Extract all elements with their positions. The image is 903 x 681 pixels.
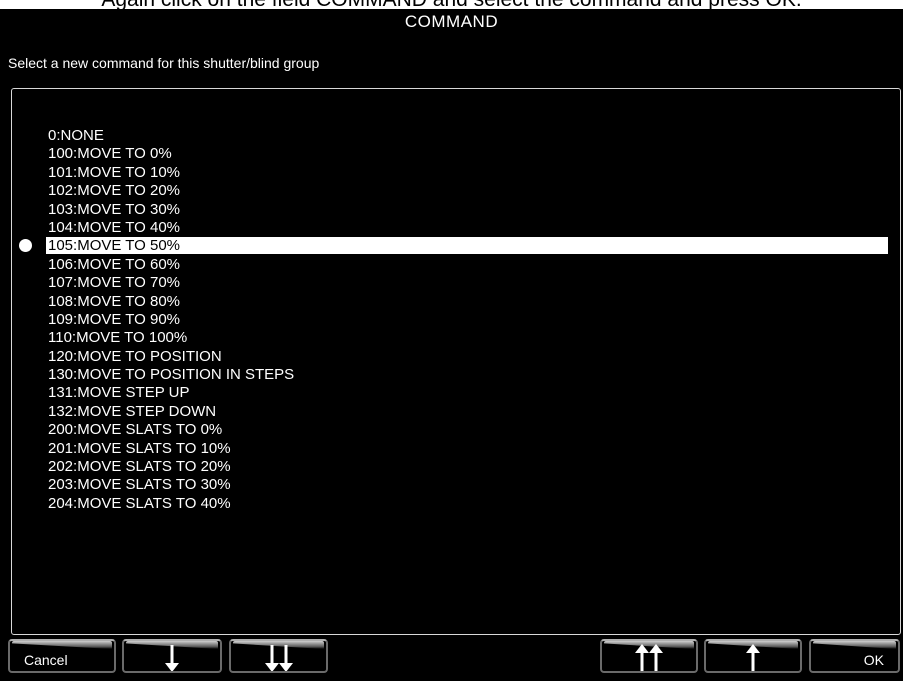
list-item-label: 100:MOVE TO 0%	[48, 145, 172, 163]
list-item-label: 203:MOVE SLATS TO 30%	[48, 476, 231, 494]
list-item[interactable]: 130:MOVE TO POSITION IN STEPS	[12, 365, 900, 383]
arrow-down-icon	[165, 645, 179, 671]
list-item[interactable]: 100:MOVE TO 0%	[12, 144, 900, 162]
list-item-label: 103:MOVE TO 30%	[48, 200, 181, 218]
dialog-subtitle: Select a new command for this shutter/bl…	[8, 55, 320, 71]
list-item[interactable]: 102:MOVE TO 20%	[12, 181, 900, 199]
page-down-button[interactable]	[229, 639, 328, 673]
list-item[interactable]: 101:MOVE TO 10%	[12, 163, 900, 181]
list-item-label: 107:MOVE TO 70%	[48, 274, 181, 292]
list-item[interactable]: 202:MOVE SLATS TO 20%	[12, 457, 900, 475]
list-item-label: 106:MOVE TO 60%	[48, 255, 181, 273]
list-item-label: 108:MOVE TO 80%	[48, 292, 181, 310]
instruction-text: Again click on the field COMMAND and sel…	[0, 0, 903, 9]
list-item-label: 130:MOVE TO POSITION IN STEPS	[48, 366, 295, 384]
command-list: 0:NONE 100:MOVE TO 0% 101:MOVE TO 10% 102:M…	[12, 126, 900, 512]
list-item[interactable]: 108:MOVE TO 80%	[12, 292, 900, 310]
list-item[interactable]: 103:MOVE TO 30%	[12, 200, 900, 218]
list-item[interactable]: 204:MOVE SLATS TO 40%	[12, 494, 900, 512]
selection-dot-icon	[19, 239, 32, 253]
list-item[interactable]: 109:MOVE TO 90%	[12, 310, 900, 328]
command-listbox[interactable]: 0:NONE 100:MOVE TO 0% 101:MOVE TO 10% 102:M…	[11, 88, 901, 635]
list-item[interactable]: 0:NONE	[12, 126, 900, 144]
scroll-up-button[interactable]	[704, 639, 802, 673]
ok-button[interactable]: OK	[809, 639, 900, 673]
list-item-label: 201:MOVE SLATS TO 10%	[48, 439, 231, 457]
ok-button-label: OK	[863, 652, 884, 668]
list-item-label: 101:MOVE TO 10%	[48, 163, 181, 181]
scroll-down-button[interactable]	[122, 639, 222, 673]
list-item[interactable]: 203:MOVE SLATS TO 30%	[12, 475, 900, 493]
list-item[interactable]: 110:MOVE TO 100%	[12, 328, 900, 346]
list-item-label: 132:MOVE STEP DOWN	[48, 402, 217, 420]
command-dialog: COMMAND Select a new command for this sh…	[0, 9, 903, 681]
cancel-button-label: Cancel	[24, 652, 68, 668]
list-item-label: 131:MOVE STEP UP	[48, 384, 190, 402]
dialog-title: COMMAND	[404, 12, 499, 31]
list-item[interactable]: 200:MOVE SLATS TO 0%	[12, 420, 900, 438]
arrow-up-icon	[746, 644, 760, 671]
list-item[interactable]: 131:MOVE STEP UP	[12, 383, 900, 401]
list-item-label: 204:MOVE SLATS TO 40%	[48, 494, 231, 512]
list-item-label: 120:MOVE TO POSITION	[48, 347, 222, 365]
page-up-button[interactable]	[600, 639, 698, 673]
list-item-label: 109:MOVE TO 90%	[48, 310, 181, 328]
list-item[interactable]: 120:MOVE TO POSITION	[12, 347, 900, 365]
list-item-label: 102:MOVE TO 20%	[48, 182, 181, 200]
list-item-label: 104:MOVE TO 40%	[48, 218, 181, 236]
list-item[interactable]: 104:MOVE TO 40%	[12, 218, 900, 236]
list-item-label: 105:MOVE TO 50%	[46, 237, 888, 255]
button-bar: Cancel OK	[0, 637, 903, 681]
list-item[interactable]: 107:MOVE TO 70%	[12, 273, 900, 291]
double-arrow-up-icon	[635, 644, 663, 671]
list-item[interactable]: 132:MOVE STEP DOWN	[12, 402, 900, 420]
list-item[interactable]: 106:MOVE TO 60%	[12, 255, 900, 273]
list-item-label: 200:MOVE SLATS TO 0%	[48, 421, 223, 439]
list-item[interactable]: 201:MOVE SLATS TO 10%	[12, 439, 900, 457]
cancel-button[interactable]: Cancel	[8, 639, 116, 673]
list-item-label: 110:MOVE TO 100%	[48, 329, 188, 347]
double-arrow-down-icon	[264, 645, 293, 671]
list-item-selected[interactable]: 105:MOVE TO 50%	[12, 236, 900, 255]
list-item-label: 0:NONE	[48, 127, 104, 144]
list-item-label: 202:MOVE SLATS TO 20%	[48, 458, 231, 476]
